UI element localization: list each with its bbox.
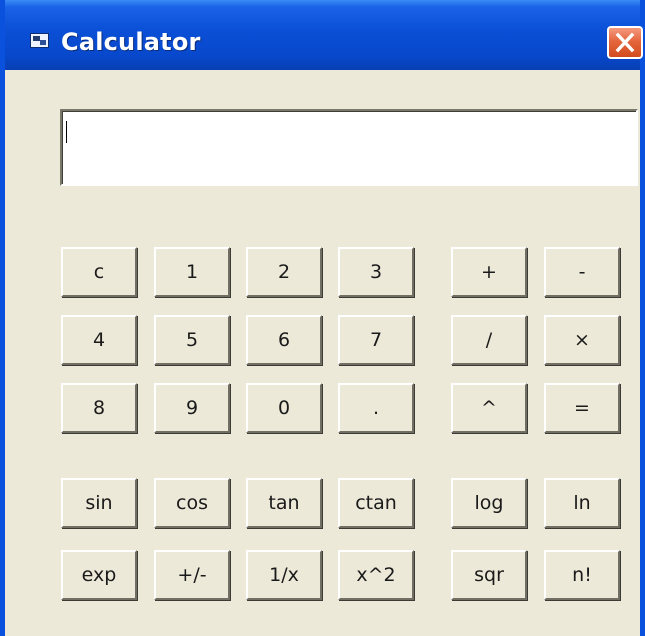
title-bar[interactable]: Calculator	[5, 0, 643, 70]
window-title: Calculator	[61, 28, 201, 56]
close-button[interactable]	[607, 26, 643, 59]
ctan-button[interactable]: ctan	[338, 478, 414, 528]
display-field[interactable]	[60, 109, 638, 186]
sin-button[interactable]: sin	[61, 478, 137, 528]
plus-button[interactable]: +	[451, 247, 527, 297]
factorial-button[interactable]: n!	[544, 550, 620, 600]
negate-button[interactable]: +/-	[154, 550, 230, 600]
divide-button[interactable]: /	[451, 315, 527, 365]
digit-4-button[interactable]: 4	[61, 315, 137, 365]
digit-3-button[interactable]: 3	[338, 247, 414, 297]
ln-button[interactable]: ln	[544, 478, 620, 528]
exp-button[interactable]: exp	[61, 550, 137, 600]
digit-9-button[interactable]: 9	[154, 383, 230, 433]
multiply-button[interactable]: ×	[544, 315, 620, 365]
log-button[interactable]: log	[451, 478, 527, 528]
digit-8-button[interactable]: 8	[61, 383, 137, 433]
digit-2-button[interactable]: 2	[246, 247, 322, 297]
tan-button[interactable]: tan	[246, 478, 322, 528]
calculator-app-icon[interactable]	[30, 33, 49, 48]
decimal-point-button[interactable]: .	[338, 383, 414, 433]
minus-button[interactable]: -	[544, 247, 620, 297]
power-button[interactable]: ^	[451, 383, 527, 433]
digit-7-button[interactable]: 7	[338, 315, 414, 365]
close-icon	[615, 32, 635, 53]
digit-6-button[interactable]: 6	[246, 315, 322, 365]
reciprocal-button[interactable]: 1/x	[246, 550, 322, 600]
text-cursor	[66, 121, 67, 143]
square-button[interactable]: x^2	[338, 550, 414, 600]
square-root-button[interactable]: sqr	[451, 550, 527, 600]
equals-button[interactable]: =	[544, 383, 620, 433]
calculator-window: Calculator c 1 2 3 + - 4 5 6 7 / × 8 9 0…	[0, 0, 645, 636]
clear-button[interactable]: c	[61, 247, 137, 297]
digit-5-button[interactable]: 5	[154, 315, 230, 365]
cos-button[interactable]: cos	[154, 478, 230, 528]
digit-1-button[interactable]: 1	[154, 247, 230, 297]
digit-0-button[interactable]: 0	[246, 383, 322, 433]
